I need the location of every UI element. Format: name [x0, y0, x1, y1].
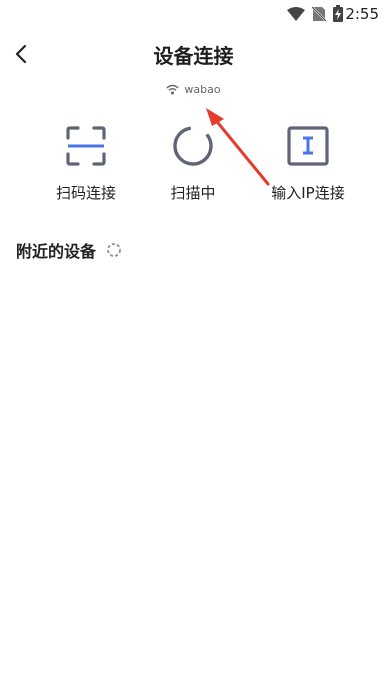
input-ip-connect-label: 输入IP连接	[271, 184, 345, 202]
page-title: 设备连接	[153, 44, 234, 68]
nearby-devices-title: 附近的设备	[16, 242, 97, 261]
wifi-name: wabao	[184, 83, 221, 96]
no-sim-icon	[311, 5, 327, 22]
wifi-signal-icon	[287, 6, 305, 21]
text-input-icon	[287, 126, 329, 166]
battery-charging-icon	[333, 5, 343, 22]
wifi-indicator: wabao	[0, 83, 387, 96]
input-ip-connect-button[interactable]: 输入IP连接	[253, 124, 363, 203]
header: 设备连接	[0, 36, 387, 72]
scanning-button[interactable]: 扫描中	[138, 124, 248, 203]
nearby-devices-header: 附近的设备	[16, 238, 122, 262]
connection-actions: 扫码连接 扫描中 输入IP连接	[0, 124, 387, 204]
scan-code-connect-button[interactable]: 扫码连接	[31, 124, 141, 203]
red-pointer-arrow	[206, 108, 270, 186]
scan-code-connect-label: 扫码连接	[55, 184, 116, 202]
wifi-icon	[166, 84, 180, 95]
spinner-icon	[107, 243, 122, 257]
scan-frame-icon	[66, 126, 106, 166]
loading-ring-icon	[173, 126, 213, 166]
scanning-label: 扫描中	[170, 184, 216, 202]
status-bar: 2:55	[0, 0, 387, 30]
status-time: 2:55	[345, 5, 379, 23]
status-icons	[287, 5, 343, 22]
